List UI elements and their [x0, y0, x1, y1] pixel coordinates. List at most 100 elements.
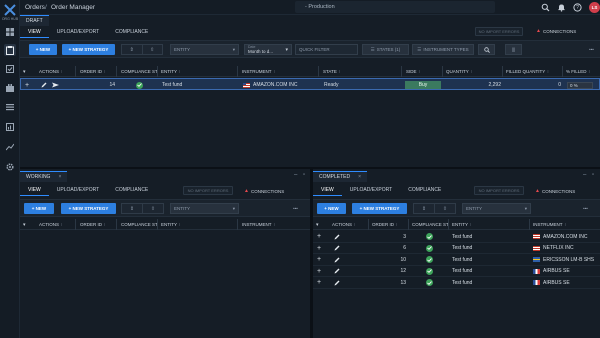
subtab-upload-export[interactable]: UPLOAD/EXPORT	[49, 26, 107, 38]
col-compliance[interactable]: COMPLIANCE ST. ⁝	[118, 219, 158, 230]
search-button[interactable]	[478, 44, 495, 55]
col-order-id[interactable]: ORDER ID ⁝	[77, 219, 117, 230]
col-order-id[interactable]: ORDER ID ⁝	[369, 219, 409, 230]
col-quantity[interactable]: QUANTITY ⁝	[443, 66, 503, 77]
col-actions[interactable]: ACTIONS ⁝	[36, 66, 76, 77]
columns-button[interactable]: |||	[505, 44, 522, 55]
more-options-icon[interactable]: •••	[578, 203, 593, 214]
subtab-compliance[interactable]: COMPLIANCE	[107, 184, 156, 196]
send-icon[interactable]	[52, 79, 62, 91]
tab-draft[interactable]: DRAFT	[20, 15, 49, 26]
close-icon[interactable]: ×	[58, 174, 61, 180]
table-row[interactable]: +12 Test fund AIRBUS SE	[313, 266, 600, 277]
quick-filter-input[interactable]: QUICK FILTER	[295, 44, 358, 55]
column-menu-icon[interactable]: ⁝	[274, 222, 275, 228]
collapse-icon[interactable]: ⇳	[143, 204, 163, 213]
table-row[interactable]: +6 Test fund NETFLIX INC	[313, 243, 600, 254]
settings-gear-icon[interactable]	[4, 161, 16, 173]
connections-button[interactable]: ▲ CONNECTIONS	[244, 188, 284, 194]
expand-row-icon[interactable]: +	[317, 277, 327, 288]
edit-pencil-icon[interactable]	[334, 231, 344, 242]
entity-dropdown[interactable]: ENTITY ▾	[170, 203, 239, 214]
column-menu-icon[interactable]: ⁝	[419, 69, 420, 75]
subtab-view[interactable]: VIEW	[20, 184, 49, 196]
col-filled-quantity[interactable]: FILLED QUANTITY ⁝	[503, 66, 563, 77]
subtab-compliance[interactable]: COMPLIANCE	[107, 26, 156, 38]
collapse-icon[interactable]: ⇳	[435, 204, 455, 213]
new-button[interactable]: + NEW	[317, 203, 346, 214]
subtab-view[interactable]: VIEW	[20, 26, 49, 38]
collapse-icon[interactable]: ⇳	[143, 45, 163, 54]
column-menu-icon[interactable]: ⁝	[339, 69, 340, 75]
subtab-compliance[interactable]: COMPLIANCE	[400, 184, 449, 196]
col-side[interactable]: SIDE ⁝	[403, 66, 443, 77]
expand-icon[interactable]: ⇕	[122, 204, 143, 213]
user-avatar[interactable]: LS	[589, 2, 600, 13]
notification-bell-icon[interactable]	[557, 3, 566, 12]
column-menu-icon[interactable]: ⁝	[470, 222, 471, 228]
column-menu-icon[interactable]: ⁝	[589, 69, 590, 75]
import-errors-button[interactable]: NO IMPORT ERRORS	[474, 186, 524, 195]
column-menu-icon[interactable]: ⁝	[179, 69, 180, 75]
col-compliance[interactable]: COMPLIANCE ST. ⁝	[118, 66, 158, 77]
expand-row-icon[interactable]: +	[25, 79, 35, 91]
app-logo[interactable]	[3, 3, 17, 17]
trend-icon[interactable]	[4, 141, 16, 153]
column-menu-icon[interactable]: ⁝	[61, 222, 62, 228]
col-actions[interactable]: ACTIONS ⁝	[329, 219, 369, 230]
briefcase-icon[interactable]	[4, 82, 16, 94]
dashboard-icon[interactable]	[4, 26, 16, 38]
col-instrument[interactable]: INSTRUMENT ⁝	[530, 219, 600, 230]
table-row[interactable]: +13 Test fund AIRBUS SE	[313, 277, 600, 289]
column-menu-icon[interactable]: ⁝	[274, 69, 275, 75]
tab-working[interactable]: WORKING ×	[20, 171, 68, 182]
edit-pencil-icon[interactable]	[334, 243, 344, 254]
subtab-upload-export[interactable]: UPLOAD/EXPORT	[49, 184, 107, 196]
orders-icon[interactable]	[4, 44, 16, 56]
minimize-icon[interactable]: –	[294, 172, 297, 178]
edit-pencil-icon[interactable]	[334, 277, 344, 288]
col-actions[interactable]: ACTIONS ⁝	[36, 219, 76, 230]
help-icon[interactable]: ?	[573, 3, 582, 12]
col-entity[interactable]: ENTITY ⁝	[158, 219, 238, 230]
col-entity[interactable]: ENTITY ⁝	[158, 66, 238, 77]
col-state[interactable]: STATE ⁝	[320, 66, 402, 77]
col-compliance[interactable]: COMPLIANCE ST. ⁝	[409, 219, 449, 230]
col-pct-filled[interactable]: % FILLED ⁝	[563, 66, 600, 77]
expand-row-icon[interactable]: +	[317, 231, 327, 242]
edit-pencil-icon[interactable]	[334, 266, 344, 277]
breadcrumb-root[interactable]: Orders	[25, 4, 45, 11]
entity-dropdown[interactable]: ENTITY ▾	[170, 44, 239, 55]
more-options-icon[interactable]: •••	[585, 44, 598, 55]
expand-all-icon[interactable]: ▾	[20, 219, 35, 230]
col-instrument[interactable]: INSTRUMENT ⁝	[239, 219, 310, 230]
column-menu-icon[interactable]: ⁝	[354, 222, 355, 228]
table-row[interactable]: + 14 Test fund AMAZON.COM INC Ready Buy …	[20, 78, 600, 90]
expand-all-icon[interactable]: ▾	[20, 66, 35, 77]
column-menu-icon[interactable]: ⁝	[396, 222, 397, 228]
checklist-icon[interactable]	[4, 63, 16, 75]
new-button[interactable]: + NEW	[29, 44, 57, 55]
column-menu-icon[interactable]: ⁝	[547, 69, 548, 75]
col-instrument[interactable]: INSTRUMENT ⁝	[239, 66, 319, 77]
edit-pencil-icon[interactable]	[41, 79, 51, 91]
entity-dropdown[interactable]: ENTITY ▾	[462, 203, 531, 214]
new-strategy-button[interactable]: + NEW STRATEGY	[61, 203, 116, 214]
subtab-view[interactable]: VIEW	[313, 184, 342, 196]
expand-icon[interactable]: ⇕	[122, 45, 143, 54]
minimize-icon[interactable]: –	[583, 172, 586, 178]
col-order-id[interactable]: ORDER ID ⁝	[77, 66, 117, 77]
new-strategy-button[interactable]: + NEW STRATEGY	[352, 203, 407, 214]
new-button[interactable]: + NEW	[24, 203, 54, 214]
column-menu-icon[interactable]: ⁝	[565, 222, 566, 228]
import-errors-button[interactable]: NO IMPORT ERRORS	[475, 27, 523, 36]
subtab-upload-export[interactable]: UPLOAD/EXPORT	[342, 184, 400, 196]
table-row[interactable]: +10 Test fund ERICSSON LM-B SHS	[313, 254, 600, 266]
expand-row-icon[interactable]: +	[317, 254, 327, 265]
more-options-icon[interactable]: •••	[288, 203, 303, 214]
tab-completed[interactable]: COMPLETED ×	[313, 171, 368, 182]
connections-button[interactable]: ▲ CONNECTIONS	[536, 28, 576, 34]
states-filter-button[interactable]: ☰ STATES (1)	[362, 44, 409, 55]
expand-row-icon[interactable]: +	[317, 243, 327, 254]
column-menu-icon[interactable]: ⁝	[179, 222, 180, 228]
